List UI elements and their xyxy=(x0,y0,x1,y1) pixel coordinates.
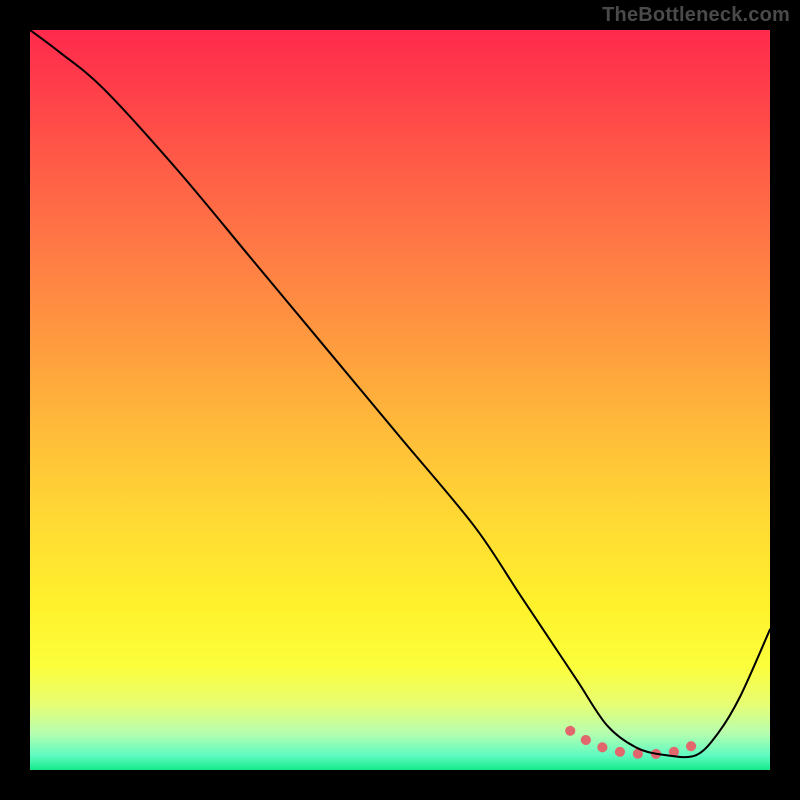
watermark-label: TheBottleneck.com xyxy=(602,4,790,27)
chart-canvas: TheBottleneck.com xyxy=(0,0,800,800)
bottleneck-curve xyxy=(30,30,770,757)
optimal-range-marker xyxy=(570,731,703,754)
plot-area xyxy=(30,30,770,770)
curve-layer xyxy=(30,30,770,770)
